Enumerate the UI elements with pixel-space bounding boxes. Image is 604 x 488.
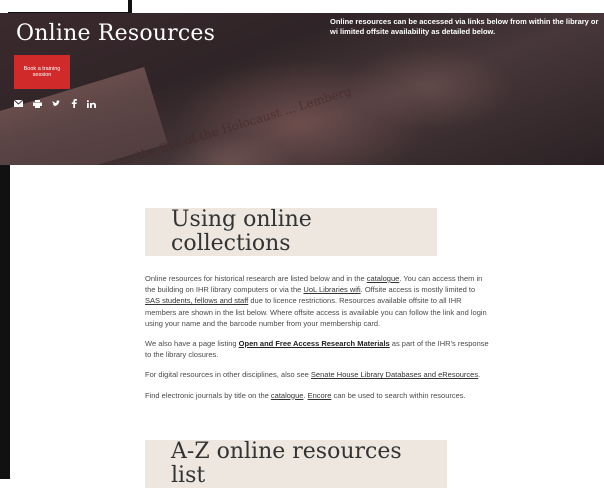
sas-link[interactable]: SAS students, fellows and staff [145,296,248,305]
paragraph-journals: Find electronic journals by title on the… [145,390,490,401]
facebook-icon[interactable] [71,99,77,108]
catalogue-link[interactable]: catalogue [271,391,304,400]
twitter-icon[interactable] [52,99,61,108]
email-icon[interactable] [14,100,23,107]
text: For digital resources in other disciplin… [145,370,311,380]
senate-house-link[interactable]: Senate House Library Databases and eReso… [311,370,478,379]
text: Online resources for historical research… [145,274,367,283]
linkedin-icon[interactable] [87,99,96,108]
share-icons [14,99,96,108]
uol-wifi-link[interactable]: UoL Libraries wifi [303,285,360,294]
paragraph-intro: Online resources for historical research… [145,273,490,329]
print-icon[interactable] [33,99,42,108]
encore-link[interactable]: Encore [308,391,332,400]
paragraph-senate-house: For digital resources in other disciplin… [145,369,490,380]
text: We also have a page listing [145,339,239,349]
section-heading-az: A-Z online resources list [145,439,447,488]
text: . Offsite access is mostly limited to [360,285,476,295]
paragraph-open-access: We also have a page listing Open and Fre… [145,338,490,360]
text: . [478,370,481,380]
main-content: Using online collections Online resource… [145,208,490,488]
hero-note: Online resources can be accessed via lin… [330,17,599,36]
hero-banner: ewish Pogroms on the Eve of the Holocaus… [0,13,604,165]
book-training-button[interactable]: Book a training session [14,55,70,89]
catalogue-link[interactable]: catalogue [367,274,400,283]
page-title: Online Resources [16,21,216,46]
text: Find electronic journals by title on the [145,390,271,400]
open-access-link[interactable]: Open and Free Access Research Materials [239,339,390,348]
text: can be used to search within resources. [331,390,466,400]
section-heading-using: Using online collections [145,208,437,256]
